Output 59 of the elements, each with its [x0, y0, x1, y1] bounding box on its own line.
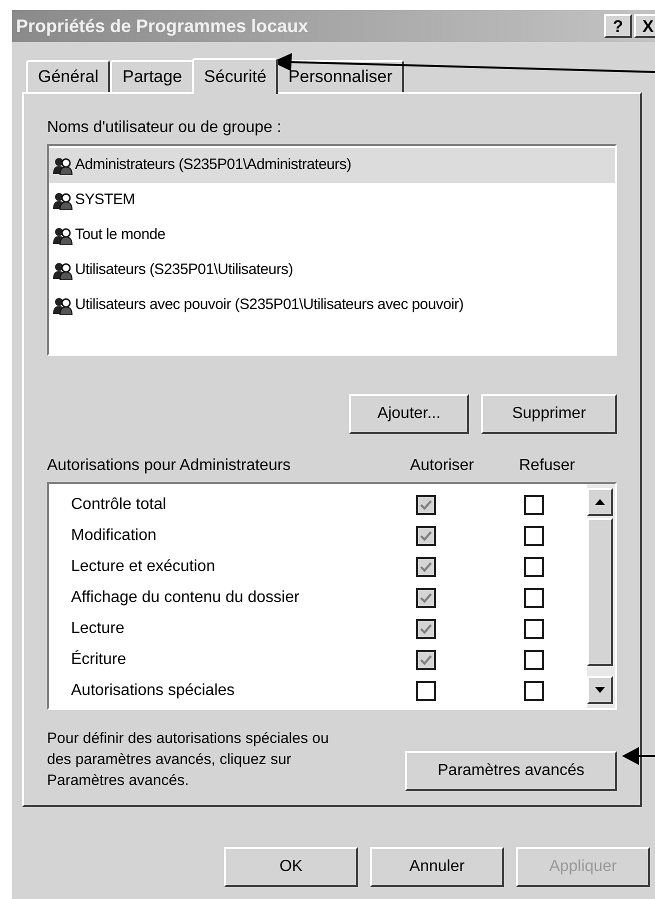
user-name: Administrateurs (S235P01\Administrateurs)	[75, 155, 352, 176]
user-name: Utilisateurs avec pouvoir (S235P01\Utilisateurs avec pouvoir)	[75, 295, 464, 316]
permissions-title: Autorisations pour Administrateurs	[47, 456, 292, 476]
button[interactable]: Ajouter...	[349, 394, 469, 434]
scroll-down-button[interactable]	[587, 676, 613, 704]
permission-name: Lecture et exécution	[71, 556, 216, 576]
user-name: Tout le monde	[75, 225, 166, 246]
checkbox[interactable]	[416, 680, 436, 700]
help-button[interactable]: ?	[604, 14, 632, 38]
scrollbar[interactable]	[587, 484, 615, 708]
scroll-up-button[interactable]	[587, 488, 613, 516]
checkbox[interactable]	[524, 680, 544, 700]
close-button[interactable]: X	[634, 14, 655, 38]
up-arrow-icon	[595, 499, 605, 505]
allow-header: Autoriser	[408, 456, 476, 476]
user-group-icon	[53, 226, 73, 244]
button[interactable]: OK	[224, 847, 358, 887]
user-name: Utilisateurs (S235P01\Utilisateurs)	[75, 260, 293, 280]
permission-name: Autorisations spéciales	[71, 680, 236, 700]
checkbox[interactable]	[524, 494, 544, 514]
button[interactable]: Supprimer	[481, 394, 617, 434]
permission-name: Écriture	[71, 649, 128, 670]
check-icon	[420, 498, 432, 510]
window-title: Propriétés de Programmes locaux	[16, 14, 310, 38]
check-icon	[420, 592, 432, 604]
user-item[interactable]: Administrateurs (S235P01\Administrateurs)	[49, 148, 615, 183]
checkbox[interactable]	[524, 526, 544, 546]
user-group-icon	[53, 296, 73, 314]
checkbox[interactable]	[524, 556, 544, 576]
check-icon	[420, 560, 432, 572]
checkbox[interactable]	[524, 618, 544, 638]
check-icon	[420, 622, 432, 634]
deny-header: Refuser	[518, 456, 576, 476]
scroll-thumb[interactable]	[587, 518, 613, 666]
tab[interactable]: Sécurité	[192, 58, 278, 94]
checkbox[interactable]	[524, 650, 544, 670]
user-name: SYSTEM	[75, 190, 135, 210]
user-group-icon	[53, 192, 73, 210]
checkbox[interactable]	[524, 588, 544, 608]
user-item[interactable]: Tout le monde	[49, 218, 615, 253]
permission-name: Affichage du contenu du dossier	[71, 588, 300, 608]
annotation-arrow	[622, 746, 655, 766]
button[interactable]: Paramètres avancés	[405, 751, 617, 791]
user-item[interactable]: Utilisateurs (S235P01\Utilisateurs)	[49, 253, 615, 288]
user-group-icon	[53, 262, 73, 280]
user-item[interactable]: Utilisateurs avec pouvoir (S235P01\Utilisateurs avec pouvoir)	[49, 288, 615, 323]
users-label: Noms d'utilisateur ou de groupe :	[47, 118, 282, 138]
user-item[interactable]: SYSTEM	[49, 183, 615, 218]
advanced-hint: Pour définir des autorisations spéciales ou des paramètres avancés, cliquez sur Paramètres avancés.	[47, 729, 330, 791]
tab[interactable]: Partage	[110, 60, 194, 92]
check-icon	[420, 654, 432, 666]
permission-name: Lecture	[71, 618, 126, 638]
button[interactable]: Annuler	[370, 847, 504, 887]
permission-name: Modification	[71, 526, 158, 546]
down-arrow-icon	[595, 687, 605, 693]
check-icon	[420, 530, 432, 542]
tab[interactable]: Général	[26, 60, 110, 92]
user-group-icon	[53, 156, 73, 174]
permission-name: Contrôle total	[71, 494, 168, 514]
